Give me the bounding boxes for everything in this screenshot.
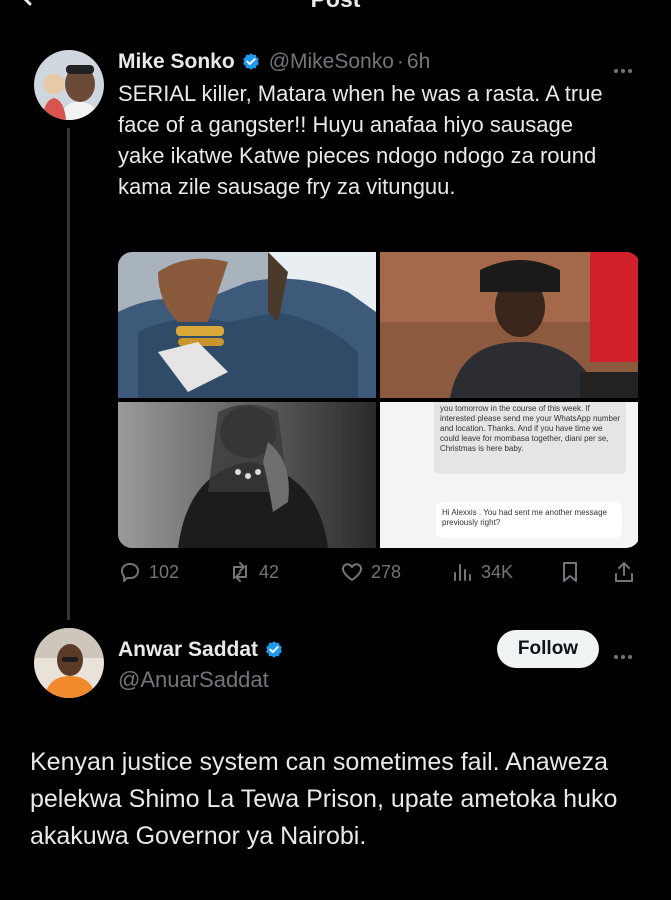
reply-text: Kenyan justice system can sometimes fail… [30,748,618,850]
thread-connector-line [67,128,70,620]
top-bar: Post [0,0,671,22]
views-icon [454,564,471,581]
media-photo-2[interactable] [380,252,638,398]
bookmark-button[interactable] [558,560,589,584]
dm-message-sent: Hi Alexxis . You had sent me another mes… [442,508,607,527]
reply-count: 102 [149,561,180,582]
more-options-icon[interactable] [614,646,642,659]
dm-bubble-sent: Hi Alexxis . You had sent me another mes… [436,502,622,538]
tweet-author-row: Mike Sonko @MikeSonko · 6h [118,48,430,76]
avatar[interactable] [34,50,104,120]
repost-count: 42 [259,561,280,582]
avatar[interactable] [34,628,104,698]
author-handle[interactable]: @MikeSonko [269,50,394,74]
post-time[interactable]: 6h [407,50,430,74]
author-name[interactable]: Mike Sonko [118,50,235,74]
repost-button[interactable]: 42 [228,560,279,584]
tweet-text: SERIAL killer, Matara when he was a rast… [118,81,603,199]
repost-icon [233,562,247,582]
verified-badge-icon [266,641,282,658]
reply-icon [121,563,139,582]
follow-button[interactable]: Follow [497,630,599,668]
tweet-actions: 102 42 278 34K [118,560,640,590]
media-photo-1[interactable] [118,252,376,398]
dm-bubble-received: you tomorrow in the course of this week.… [434,402,626,474]
media-screenshot-4[interactable]: you tomorrow in the course of this week.… [380,402,638,548]
views-button[interactable]: 34K [450,560,513,584]
media-grid[interactable]: you tomorrow in the course of this week.… [118,252,640,548]
more-options-icon[interactable] [614,60,642,73]
heart-icon [342,563,362,581]
dm-message-received: you tomorrow in the course of this week.… [440,404,621,453]
verified-badge-icon [242,53,259,70]
reply-author-row: Anwar Saddat [118,636,284,664]
views-count: 34K [481,561,514,582]
separator-dot: · [396,50,404,73]
share-button[interactable] [612,560,643,584]
share-icon [615,562,633,582]
page-title: Post [0,0,671,13]
bookmark-icon [563,562,577,582]
like-count: 278 [371,561,402,582]
like-button[interactable]: 278 [340,560,401,584]
author-handle[interactable]: @AnuarSaddat [118,667,269,693]
media-photo-3[interactable] [118,402,376,548]
author-name[interactable]: Anwar Saddat [118,638,258,662]
reply-button[interactable]: 102 [118,560,179,584]
